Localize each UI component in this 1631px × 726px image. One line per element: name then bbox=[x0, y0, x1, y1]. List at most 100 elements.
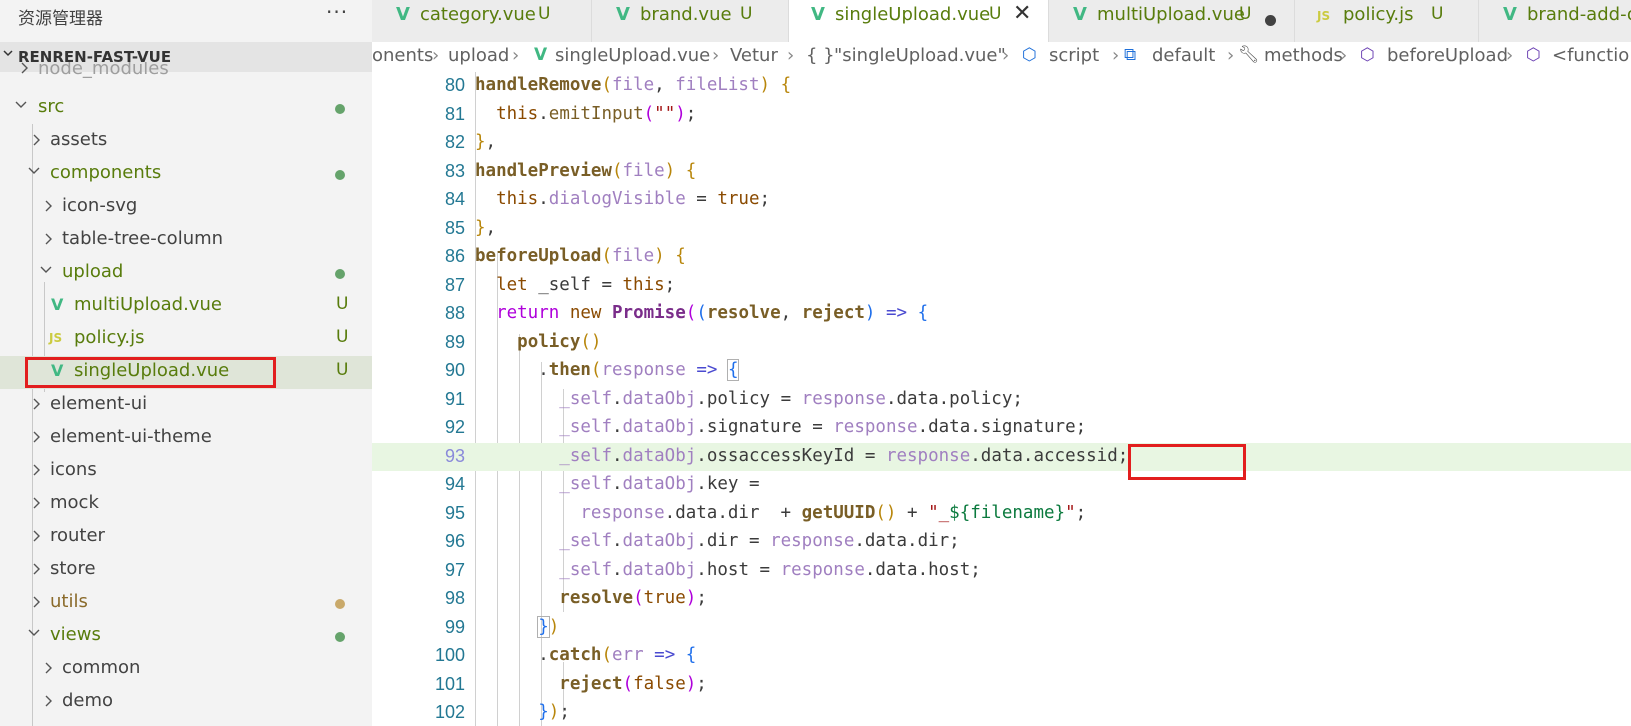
tab-policy-js[interactable]: JS policy.js U bbox=[1295, 0, 1479, 42]
code-line: 86 beforeUpload(file) { bbox=[372, 243, 1631, 272]
braces-icon: { } bbox=[806, 45, 835, 66]
line-code: handleRemove(file, fileList) { bbox=[475, 75, 792, 95]
chevron-right-icon: › bbox=[712, 45, 720, 66]
tab-brand-vue[interactable]: V brand.vue U bbox=[592, 0, 789, 42]
more-actions-icon[interactable]: ··· bbox=[326, 0, 348, 24]
cube-icon: ⬡ bbox=[1526, 45, 1541, 65]
tree-item-element-ui-theme[interactable]: element-ui-theme bbox=[0, 422, 372, 455]
code-line: 99 }) bbox=[372, 614, 1631, 643]
tree-item-demo[interactable]: demo bbox=[0, 686, 372, 719]
code-line: 101 reject(false); bbox=[372, 671, 1631, 700]
line-number: 99 bbox=[444, 616, 465, 637]
tab-multiupload-vue[interactable]: V multiUpload.vue U bbox=[1049, 0, 1295, 42]
code-line: 85 }, bbox=[372, 215, 1631, 244]
tab-brand-add-o[interactable]: V brand-add-o bbox=[1479, 0, 1631, 42]
tree-item-label: table-tree-column bbox=[62, 228, 224, 249]
git-untracked-badge: U bbox=[1239, 4, 1252, 24]
line-code: _self.dataObj.dir = response.data.dir; bbox=[559, 531, 960, 551]
code-line: 102 }); bbox=[372, 699, 1631, 726]
breadcrumb-item[interactable]: singleUpload.vue bbox=[555, 45, 710, 66]
line-code: resolve(true); bbox=[559, 588, 707, 608]
tree-item-assets[interactable]: assets bbox=[0, 125, 372, 158]
breadcrumb-item[interactable]: script bbox=[1049, 45, 1099, 66]
chevron-down-icon[interactable] bbox=[2, 47, 14, 63]
line-code: this.emitInput(""); bbox=[496, 103, 697, 124]
line-code: let _self = this; bbox=[496, 274, 676, 295]
chevron-right-icon: › bbox=[787, 45, 795, 66]
explorer-sidebar: 资源管理器 ··· RENREN-FAST-VUE node_modules s… bbox=[0, 0, 372, 726]
breadcrumb-item[interactable]: upload bbox=[448, 45, 509, 66]
tree-item-views[interactable]: views bbox=[0, 620, 372, 653]
line-code: }, bbox=[475, 217, 497, 238]
tree-item-label: icon-svg bbox=[62, 195, 138, 216]
tree-item-upload[interactable]: upload bbox=[0, 257, 372, 290]
tree-item-router[interactable]: router bbox=[0, 521, 372, 554]
breadcrumb-item[interactable]: Vetur bbox=[730, 45, 778, 66]
line-number: 101 bbox=[434, 673, 465, 694]
tree-item-src[interactable]: src bbox=[0, 92, 372, 125]
unsaved-dot-icon[interactable] bbox=[1265, 15, 1276, 26]
chevron-right-icon bbox=[44, 689, 60, 713]
breadcrumb-item[interactable]: "singleUpload.vue" bbox=[834, 45, 1006, 66]
line-code: response.data.dir + getUUID() + "_${file… bbox=[580, 502, 1087, 523]
tree-item-mock[interactable]: mock bbox=[0, 488, 372, 521]
tree-item-node-modules[interactable]: node_modules bbox=[0, 62, 372, 84]
vue-file-icon: V bbox=[396, 4, 410, 25]
explorer-header: 资源管理器 ··· bbox=[0, 0, 372, 42]
tree-item-policy-js[interactable]: JS policy.js U bbox=[0, 323, 372, 356]
tree-item-store[interactable]: store bbox=[0, 554, 372, 587]
code-line: 82 }, bbox=[372, 129, 1631, 158]
line-number: 98 bbox=[444, 588, 465, 608]
line-number: 87 bbox=[444, 274, 465, 295]
line-code: policy() bbox=[517, 331, 602, 352]
tree-item-components[interactable]: components bbox=[0, 158, 372, 191]
line-code: reject(false); bbox=[559, 673, 707, 694]
code-line: 95 response.data.dir + getUUID() + "_${f… bbox=[372, 500, 1631, 529]
line-number: 97 bbox=[444, 559, 465, 580]
code-line: 98 resolve(true); bbox=[372, 585, 1631, 614]
close-icon[interactable]: ✕ bbox=[1013, 1, 1031, 26]
tab-singleupload-vue[interactable]: V singleUpload.vue U ✕ bbox=[789, 0, 1049, 42]
tree-item-label: icons bbox=[50, 459, 97, 480]
chevron-right-icon bbox=[44, 194, 60, 218]
tree-item-label: upload bbox=[62, 261, 124, 282]
code-line: 94 _self.dataObj.key = bbox=[372, 471, 1631, 500]
line-number: 81 bbox=[444, 103, 465, 124]
code-line: 90 .then(response => { bbox=[372, 357, 1631, 386]
tree-item-label: views bbox=[50, 624, 101, 645]
breadcrumb-item[interactable]: <functio bbox=[1552, 45, 1629, 66]
tree-item-label: multiUpload.vue bbox=[74, 294, 222, 315]
tree-item-element-ui[interactable]: element-ui bbox=[0, 389, 372, 422]
git-status-dot bbox=[335, 632, 345, 642]
code-editor[interactable]: 80 handleRemove(file, fileList) { 81 thi… bbox=[372, 72, 1631, 726]
line-code: _self.dataObj.host = response.data.host; bbox=[559, 559, 981, 580]
line-number: 92 bbox=[444, 417, 465, 437]
git-status-dot bbox=[335, 599, 345, 609]
code-line: 91 _self.dataObj.policy = response.data.… bbox=[372, 386, 1631, 415]
breadcrumb-item[interactable]: methods bbox=[1264, 45, 1343, 66]
tree-item-icons[interactable]: icons bbox=[0, 455, 372, 488]
tree-item-utils[interactable]: utils bbox=[0, 587, 372, 620]
line-code: .catch(err => { bbox=[475, 645, 697, 665]
breadcrumb-item[interactable]: default bbox=[1152, 45, 1215, 66]
line-number: 93 bbox=[444, 445, 465, 466]
tree-item-label: assets bbox=[50, 129, 108, 150]
line-number: 84 bbox=[444, 189, 465, 209]
line-number: 83 bbox=[444, 160, 465, 181]
tree-item-label: utils bbox=[50, 591, 88, 612]
tree-item-common[interactable]: common bbox=[0, 653, 372, 686]
chevron-right-icon bbox=[32, 458, 48, 482]
breadcrumb-item[interactable]: onents bbox=[372, 45, 433, 66]
tree-item-table-tree-column[interactable]: table-tree-column bbox=[0, 224, 372, 257]
chevron-right-icon bbox=[44, 227, 60, 251]
tab-category-vue[interactable]: V category.vue U bbox=[372, 0, 592, 42]
tree-item-multiupload-vue[interactable]: V multiUpload.vue U bbox=[0, 290, 372, 323]
chevron-right-icon bbox=[32, 392, 48, 416]
breadcrumb-item[interactable]: beforeUpload bbox=[1387, 45, 1508, 66]
code-line: 100 .catch(err => { bbox=[372, 642, 1631, 671]
line-code: }) bbox=[537, 615, 560, 638]
explorer-title: 资源管理器 bbox=[18, 9, 103, 29]
tree-item-icon-svg[interactable]: icon-svg bbox=[0, 191, 372, 224]
tab-label: category.vue bbox=[420, 4, 536, 25]
line-number: 91 bbox=[444, 388, 465, 409]
